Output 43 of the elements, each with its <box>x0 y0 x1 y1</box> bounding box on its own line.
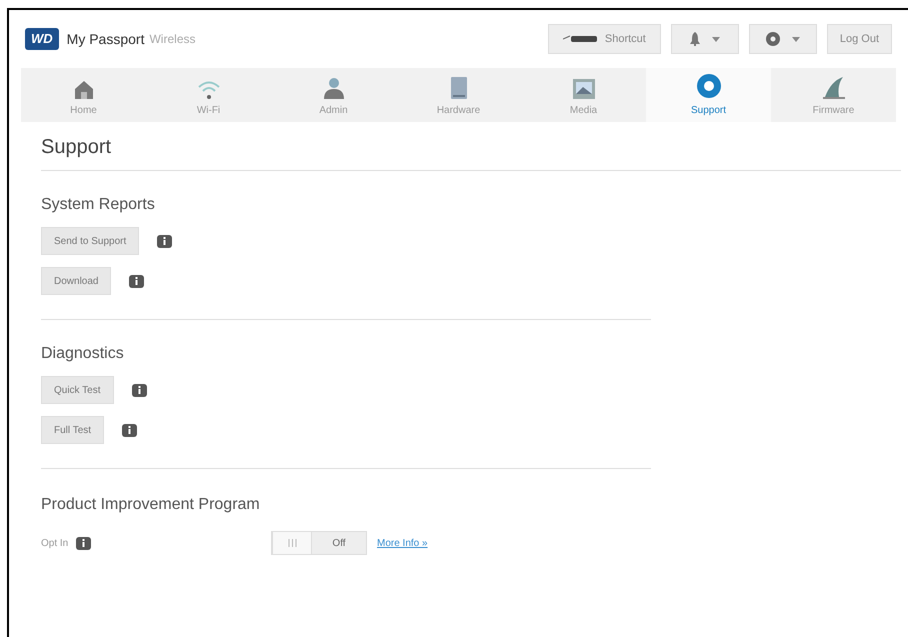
product-name: My Passport <box>66 30 144 49</box>
caret-icon <box>792 36 800 42</box>
info-icon[interactable] <box>122 424 138 436</box>
section-title: System Reports <box>41 195 156 215</box>
notifications-button[interactable] <box>670 24 739 54</box>
bell-icon <box>690 32 700 46</box>
option-label: Opt In <box>41 536 68 550</box>
logo: WD <box>25 28 59 50</box>
action-button[interactable]: Full Test <box>41 416 104 444</box>
grip-icon <box>288 539 296 547</box>
fin-icon <box>822 77 844 99</box>
help-icon <box>766 32 780 46</box>
house-icon <box>74 81 92 99</box>
page-title: Support <box>41 132 901 171</box>
shortcut-button[interactable]: Shortcut <box>548 24 661 54</box>
nav-tab[interactable]: Media <box>521 68 646 122</box>
info-icon[interactable] <box>129 274 144 288</box>
nav-tab[interactable]: Admin <box>271 68 396 122</box>
nav-tab[interactable]: Support <box>646 68 771 122</box>
nav-tab[interactable]: Hardware <box>396 68 521 122</box>
action-button[interactable]: Download <box>41 267 112 295</box>
product-suffix: Wireless <box>149 31 196 48</box>
person-icon <box>322 77 344 99</box>
section-title: Product Improvement Program <box>41 495 261 515</box>
nav-tab[interactable]: Firmware <box>771 68 896 122</box>
caret-icon <box>712 36 720 42</box>
logout-button[interactable]: Log Out <box>826 24 892 54</box>
info-icon[interactable] <box>132 384 146 396</box>
section-title: Diagnostics <box>41 344 125 364</box>
more-info-link[interactable]: More Info » <box>377 536 428 550</box>
nav-tab[interactable]: Wi-Fi <box>146 68 271 122</box>
help-button[interactable] <box>748 24 817 54</box>
toggle-switch[interactable]: Off <box>271 531 367 555</box>
nav-tab[interactable]: Home <box>21 68 146 122</box>
info-icon[interactable] <box>157 234 172 248</box>
picture-icon <box>572 79 594 99</box>
lifebuoy-icon <box>696 73 722 99</box>
drive-icon <box>450 77 466 99</box>
action-button[interactable]: Send to Support <box>41 227 140 255</box>
info-icon[interactable] <box>76 536 92 550</box>
action-button[interactable]: Quick Test <box>41 376 114 404</box>
wifi-icon <box>198 81 220 99</box>
drive-icon <box>562 35 597 43</box>
